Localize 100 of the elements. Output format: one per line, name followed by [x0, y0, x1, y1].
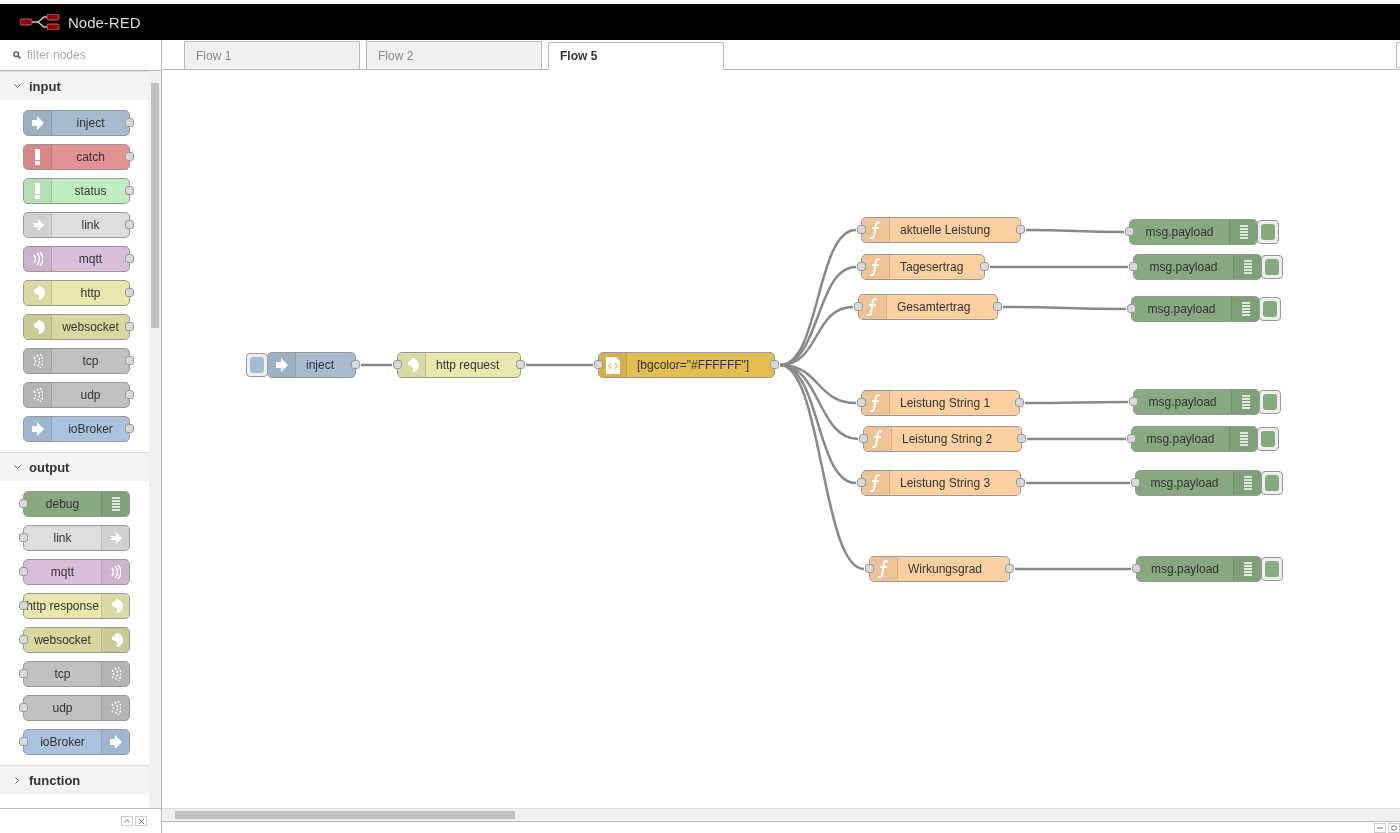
exclamation-icon [35, 149, 40, 165]
port[interactable] [1131, 478, 1140, 487]
minus-icon [1377, 827, 1383, 829]
port[interactable] [854, 302, 863, 311]
port[interactable] [19, 635, 28, 644]
filter-field[interactable]: filter nodes [25, 47, 149, 63]
chevron-icon [14, 83, 21, 89]
toggle-button[interactable] [1261, 255, 1283, 279]
port[interactable] [125, 152, 134, 161]
category-header[interactable]: input [0, 71, 150, 100]
port[interactable] [125, 186, 134, 195]
port[interactable] [1125, 227, 1134, 236]
chevron-icon [14, 464, 21, 470]
port[interactable] [1127, 434, 1136, 443]
scrollbar[interactable] [162, 808, 1400, 821]
list-icon [1239, 224, 1248, 240]
port[interactable] [19, 669, 28, 678]
port[interactable] [19, 499, 28, 508]
toggle-button[interactable] [1257, 427, 1279, 451]
template-icon [605, 356, 620, 374]
port[interactable] [19, 533, 28, 542]
toggle-button[interactable] [1261, 471, 1283, 495]
close-button[interactable] [135, 816, 147, 826]
function-icon [870, 221, 881, 239]
port[interactable] [859, 434, 868, 443]
function-icon [878, 560, 889, 578]
waves-icon [32, 354, 43, 368]
port[interactable] [351, 360, 360, 369]
port[interactable] [857, 398, 866, 407]
port[interactable] [125, 220, 134, 229]
port[interactable] [857, 478, 866, 487]
wire [526, 363, 593, 367]
link-icon [109, 531, 122, 545]
zoom-out-button[interactable] [1374, 823, 1386, 833]
collapse-button[interactable] [121, 816, 133, 826]
port[interactable] [980, 262, 989, 271]
port[interactable] [393, 360, 402, 369]
arrow-icon [109, 735, 122, 749]
list-icon [1243, 259, 1252, 275]
toggle-button[interactable] [1257, 220, 1279, 244]
waves-icon [32, 252, 43, 266]
waves-icon [110, 565, 121, 579]
port[interactable] [125, 322, 134, 331]
inject-button[interactable] [246, 353, 268, 377]
port[interactable] [1132, 564, 1141, 573]
port[interactable] [125, 254, 134, 263]
function-icon [870, 394, 881, 412]
port[interactable] [19, 703, 28, 712]
list-icon [1243, 561, 1252, 577]
list-icon [1243, 475, 1252, 491]
arrow-icon [31, 422, 44, 436]
port[interactable] [1017, 434, 1026, 443]
function-icon [872, 430, 883, 448]
toggle-button[interactable] [1261, 557, 1283, 581]
search-icon [13, 51, 21, 59]
port[interactable] [1129, 397, 1138, 406]
flow-tab[interactable]: Flow 5 [548, 42, 724, 70]
port[interactable] [1005, 564, 1014, 573]
function-icon [870, 258, 881, 276]
port[interactable] [516, 360, 525, 369]
waves-icon [110, 701, 121, 715]
link-icon [31, 218, 44, 232]
app-title: Node-RED [68, 13, 141, 31]
list-icon [111, 496, 120, 512]
waves-icon [110, 667, 121, 681]
category-header[interactable]: function [0, 765, 150, 794]
port[interactable] [857, 262, 866, 271]
port[interactable] [865, 564, 874, 573]
port[interactable] [1016, 478, 1025, 487]
function-icon [870, 474, 881, 492]
circle-icon [1391, 825, 1397, 831]
port[interactable] [1129, 262, 1138, 271]
port[interactable] [1015, 398, 1024, 407]
port[interactable] [594, 360, 603, 369]
port[interactable] [19, 567, 28, 576]
toggle-button[interactable] [1259, 297, 1281, 321]
port[interactable] [125, 356, 134, 365]
category-header[interactable]: output [0, 452, 150, 481]
waves-icon [32, 388, 43, 402]
port[interactable] [125, 288, 134, 297]
port[interactable] [125, 390, 134, 399]
port[interactable] [857, 225, 866, 234]
list-icon [1241, 301, 1250, 317]
arrow-icon [31, 116, 44, 130]
close-icon [138, 818, 144, 824]
port[interactable] [125, 424, 134, 433]
arrow-icon [275, 358, 288, 372]
port[interactable] [19, 737, 28, 746]
scrollbar[interactable] [149, 71, 161, 808]
list-icon [1239, 431, 1248, 447]
port[interactable] [1127, 304, 1136, 313]
wire [361, 363, 392, 367]
port[interactable] [19, 601, 28, 610]
port[interactable] [993, 302, 1002, 311]
port[interactable] [125, 118, 134, 127]
port[interactable] [1016, 225, 1025, 234]
logo-icon [20, 14, 60, 30]
toggle-button[interactable] [1259, 390, 1281, 414]
zoom-reset-button[interactable] [1388, 823, 1400, 833]
port[interactable] [770, 360, 779, 369]
